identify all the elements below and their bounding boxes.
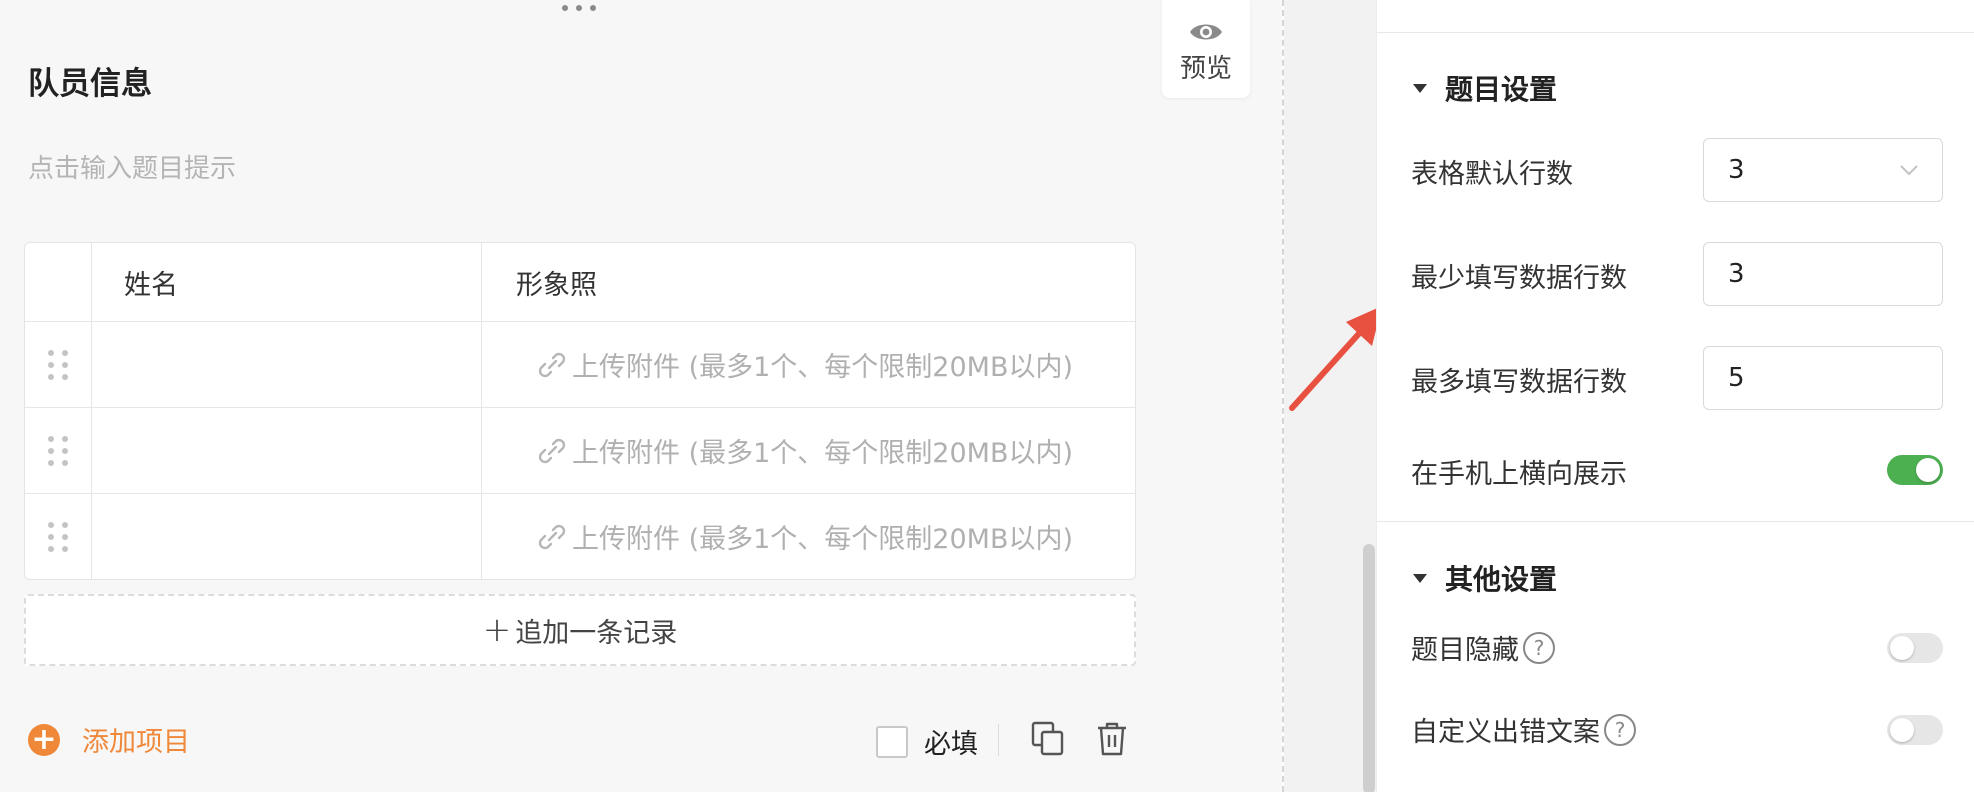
custom-error-toggle[interactable] [1887,715,1943,745]
custom-error-label: 自定义出错文案 ? [1411,710,1636,749]
required-toggle[interactable]: 必填 [876,722,978,761]
upload-attachment-link[interactable]: 上传附件 (最多1个、每个限制20MB以内) [536,517,1073,556]
hide-question-toggle[interactable] [1887,633,1943,663]
required-label: 必填 [924,729,978,760]
mobile-horizontal-toggle[interactable] [1887,455,1943,485]
header-handle-cell [25,243,91,321]
paperclip-icon [538,438,566,463]
upload-attachment-link[interactable]: 上传附件 (最多1个、每个限制20MB以内) [536,431,1073,470]
help-icon[interactable]: ? [1604,713,1636,746]
add-record-label: 追加一条记录 [515,617,678,649]
toolbar-divider [998,724,999,756]
photo-cell[interactable]: 上传附件 (最多1个、每个限制20MB以内) [481,322,1135,407]
panel-divider [1377,521,1974,522]
default-rows-select[interactable]: 3 [1703,138,1943,202]
min-rows-label: 最少填写数据行数 [1411,263,1627,294]
column-header-photo[interactable]: 形象照 [481,243,1135,321]
hide-question-label: 题目隐藏 ? [1411,628,1555,667]
app-screen: 队员信息 点击输入题目提示 预览 姓名 形象照 上传附件 (最多1个、每个限制2… [0,0,1974,792]
table-row: 上传附件 (最多1个、每个限制20MB以内) [25,321,1135,407]
add-item-button[interactable]: + 添加项目 [28,720,190,759]
required-checkbox[interactable] [876,725,908,758]
eye-icon [1190,24,1222,39]
toggle-knob [1890,636,1914,660]
chevron-down-icon [1900,165,1918,176]
table-header-row: 姓名 形象照 [25,243,1135,321]
paperclip-icon [538,524,566,549]
drag-handle-icon [48,349,68,380]
max-rows-label: 最多填写数据行数 [1411,367,1627,398]
row-drag-handle[interactable] [25,494,91,579]
upload-text: 上传附件 (最多1个、每个限制20MB以内) [572,438,1074,469]
name-cell[interactable] [91,408,481,493]
panel-divider [1377,32,1974,33]
name-cell[interactable] [91,322,481,407]
row-drag-handle[interactable] [25,408,91,493]
section-other-settings[interactable]: 其他设置 [1413,558,1557,598]
default-rows-label: 表格默认行数 [1411,159,1573,190]
form-editor-canvas: 队员信息 点击输入题目提示 预览 姓名 形象照 上传附件 (最多1个、每个限制2… [0,0,1282,792]
drag-handle-icon[interactable] [562,2,596,14]
default-rows-value: 3 [1728,155,1745,185]
preview-button[interactable]: 预览 [1162,0,1250,98]
preview-label: 预览 [1179,53,1232,84]
upload-text: 上传附件 (最多1个、每个限制20MB以内) [572,524,1074,555]
section-question-settings[interactable]: 题目设置 [1413,68,1557,108]
mobile-horizontal-label: 在手机上横向展示 [1411,459,1627,490]
hide-question-text: 题目隐藏 [1411,635,1519,666]
toggle-knob [1916,458,1940,482]
max-rows-input[interactable]: 5 [1703,346,1943,410]
toggle-knob [1890,718,1914,742]
copy-icon[interactable] [1030,720,1066,758]
section-title: 其他设置 [1445,563,1558,596]
upload-attachment-link[interactable]: 上传附件 (最多1个、每个限制20MB以内) [536,345,1073,384]
triangle-down-icon [1413,83,1427,93]
paperclip-icon [538,352,566,377]
table-row: 上传附件 (最多1个、每个限制20MB以内) [25,407,1135,493]
triangle-down-icon [1413,573,1427,583]
custom-error-text: 自定义出错文案 [1411,717,1600,748]
upload-text: 上传附件 (最多1个、每个限制20MB以内) [572,352,1074,383]
name-cell[interactable] [91,494,481,579]
add-record-button[interactable]: + 追加一条记录 [24,594,1136,666]
table-row: 上传附件 (最多1个、每个限制20MB以内) [25,493,1135,579]
row-drag-handle[interactable] [25,322,91,407]
section-title: 题目设置 [1445,73,1558,106]
drag-handle-icon [48,435,68,466]
add-item-label: 添加项目 [82,727,190,758]
trash-icon[interactable] [1094,720,1130,758]
question-hint-input[interactable]: 点击输入题目提示 [28,148,236,185]
scrollbar-thumb[interactable] [1363,544,1375,792]
min-rows-value: 3 [1728,259,1745,289]
photo-cell[interactable]: 上传附件 (最多1个、每个限制20MB以内) [481,408,1135,493]
question-title[interactable]: 队员信息 [28,58,152,103]
plus-icon: + [482,610,512,650]
max-rows-value: 5 [1728,363,1745,393]
column-header-name[interactable]: 姓名 [91,243,481,321]
min-rows-input[interactable]: 3 [1703,242,1943,306]
drag-handle-icon [48,521,68,552]
help-icon[interactable]: ? [1523,631,1555,664]
member-table: 姓名 形象照 上传附件 (最多1个、每个限制20MB以内) 上传附件 (最多1个… [24,242,1136,580]
add-circle-icon: + [28,723,60,756]
photo-cell[interactable]: 上传附件 (最多1个、每个限制20MB以内) [481,494,1135,579]
settings-panel: 题目设置 表格默认行数 3 最少填写数据行数 3 最多填写数据行数 5 在手机上… [1376,0,1974,792]
